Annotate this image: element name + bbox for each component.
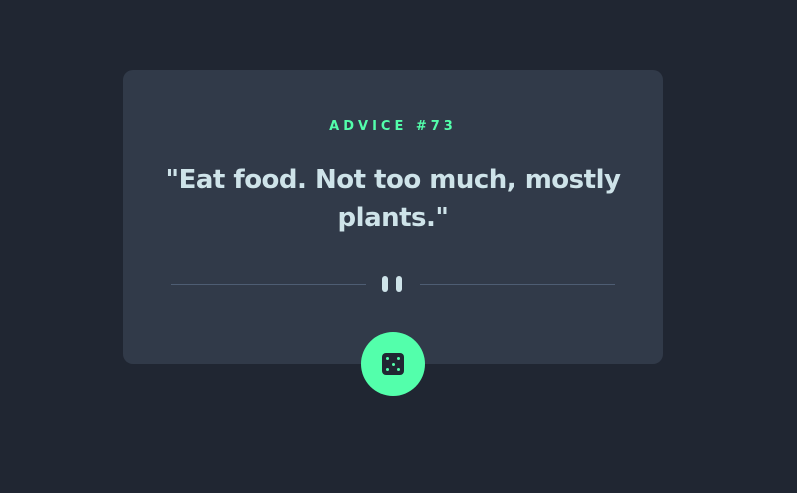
dice-icon [382, 353, 404, 375]
generate-advice-button[interactable] [361, 332, 425, 396]
pause-bar-right [396, 276, 402, 292]
advice-quote: "Eat food. Not too much, mostly plants." [165, 165, 621, 233]
advice-card: ADVICE #73 "Eat food. Not too much, most… [123, 70, 663, 364]
dice-dot [386, 357, 389, 360]
dice-dot [397, 368, 400, 371]
divider-line-right [420, 284, 615, 285]
advice-id-label: ADVICE #73 [329, 119, 457, 134]
dice-dot [386, 368, 389, 371]
pause-bar-left [382, 276, 388, 292]
dice-dot [397, 357, 400, 360]
dice-dot [391, 362, 395, 366]
pause-icon [382, 276, 404, 292]
divider-line-left [171, 284, 366, 285]
